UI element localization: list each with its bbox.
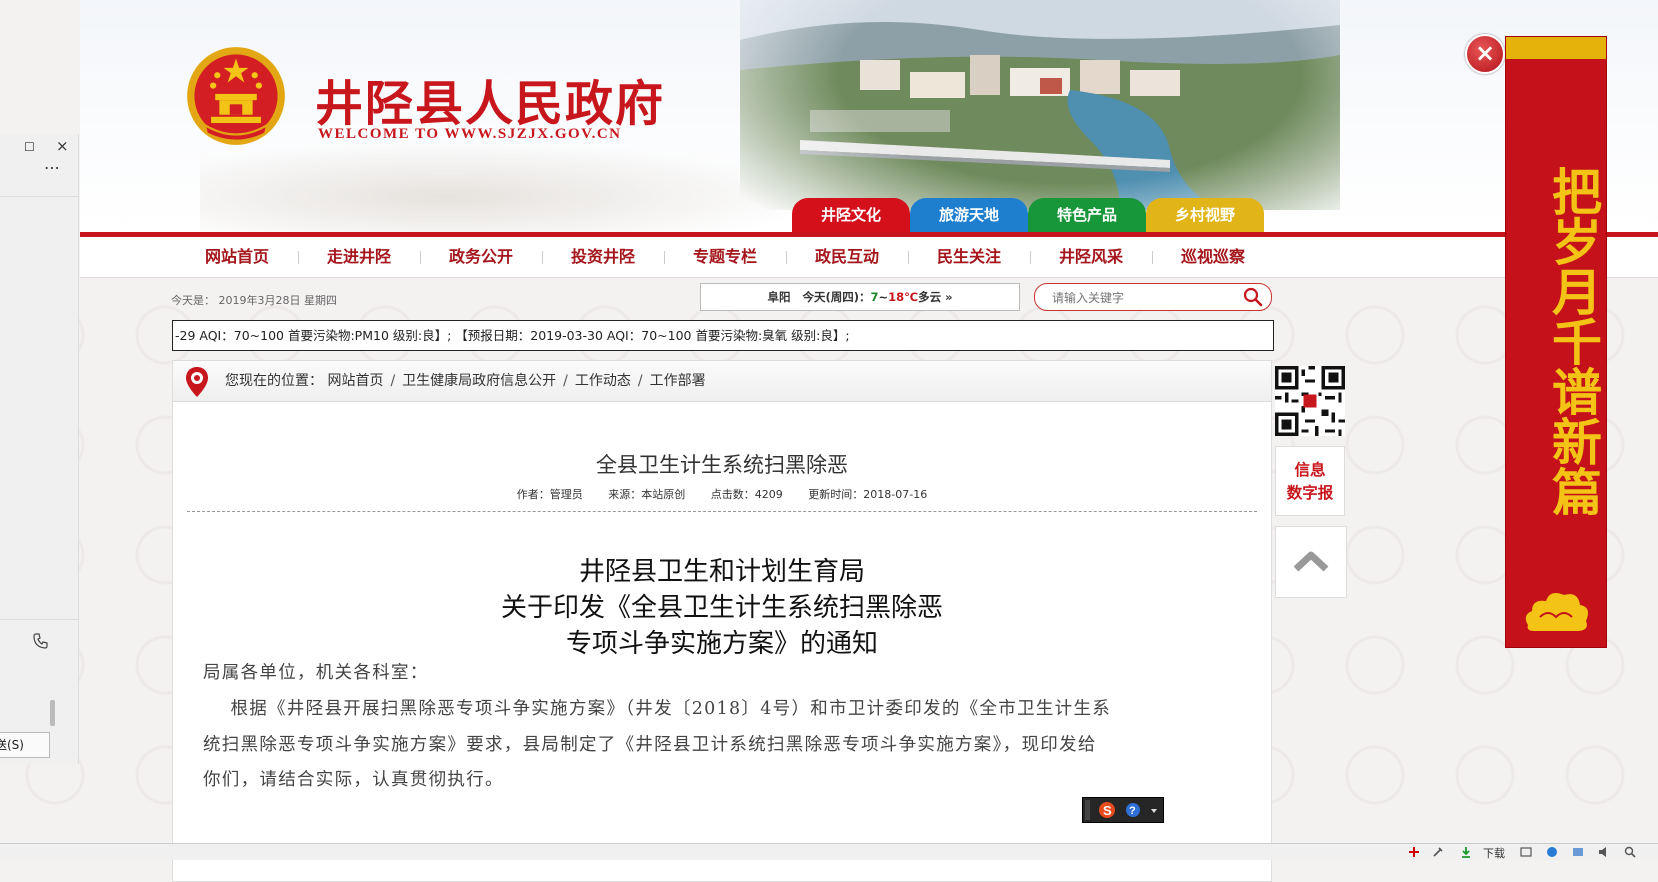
main-nav: 网站首页 走进井陉 政务公开 投资井陉 专题专栏 政民互动 民生关注 井陉风采 巡视巡察 bbox=[80, 237, 1658, 278]
weather-high: 18℃ bbox=[888, 290, 919, 304]
close-icon[interactable]: × bbox=[1465, 34, 1505, 74]
add-icon[interactable] bbox=[1408, 846, 1420, 858]
body-line: 根据《井陉县开展扫黑除恶专项斗争实施方案》（井发〔2018〕4号）和市卫计委印发… bbox=[203, 699, 1112, 719]
weather-condition: 多云 bbox=[918, 290, 942, 304]
tool-icon[interactable] bbox=[1432, 846, 1444, 858]
body-line: 你们，请结合实际，认真贯彻执行。 bbox=[203, 770, 504, 790]
article-meta: 作者：管理员 来源：本站原创 点击数：4209 更新时间：2018-07-16 bbox=[173, 486, 1271, 502]
site-header: 井陉县人民政府 WELCOME TO WWW.SJZJX.GOV.CN 井陉文化… bbox=[80, 0, 1658, 232]
maximize-icon[interactable]: ☐ bbox=[24, 140, 35, 154]
svg-text:?: ? bbox=[1129, 805, 1136, 817]
weather-sep: ~ bbox=[878, 290, 889, 304]
article-author: 作者：管理员 bbox=[516, 488, 583, 501]
weather-widget[interactable]: 阜阳 今天(周四)：7~18℃多云 » bbox=[700, 283, 1020, 311]
screenshot-icon[interactable] bbox=[1520, 846, 1532, 858]
article-source: 来源：本站原创 bbox=[608, 488, 686, 501]
couplet-banner[interactable]: 把岁月千谱新篇 bbox=[1505, 36, 1607, 648]
svg-text:S: S bbox=[1103, 803, 1112, 818]
body-line: 统扫黑除恶专项斗争实施方案》要求，县局制定了《井陉县卫计系统扫黑除恶专项斗争实施… bbox=[203, 735, 1097, 755]
breadcrumb-prefix: 您现在的位置： bbox=[225, 373, 323, 389]
search-box bbox=[1034, 283, 1272, 311]
download-icon[interactable] bbox=[1460, 846, 1472, 858]
body-line: 局属各单位，机关各科室： bbox=[203, 663, 429, 683]
header-city-photo bbox=[740, 0, 1340, 210]
article-updated: 更新时间：2018-07-16 bbox=[808, 488, 928, 501]
close-icon[interactable]: × bbox=[56, 137, 69, 155]
breadcrumb: 您现在的位置： 网站首页 / 卫生健康局政府信息公开 / 工作动态 / 工作部署 bbox=[225, 361, 706, 401]
air-quality-ticker: -29 AQI：70~100 首要污染物:PM10 级别:良】; 【预报日期：2… bbox=[172, 320, 1274, 351]
back-to-top-button[interactable] bbox=[1275, 526, 1347, 598]
weather-day: 今天(周四)： bbox=[802, 290, 871, 304]
cloud-ornament-icon bbox=[1525, 593, 1588, 631]
scrollbar-thumb[interactable] bbox=[50, 700, 55, 726]
panel-divider bbox=[0, 196, 78, 197]
site-title: 井陉县人民政府 bbox=[315, 76, 666, 132]
couplet-top-ornament bbox=[1506, 37, 1606, 59]
panel-divider bbox=[0, 619, 78, 620]
article-hits: 点击数：4209 bbox=[710, 488, 783, 501]
send-button[interactable]: 发送(S) bbox=[0, 732, 50, 758]
send-button-label: 发送(S) bbox=[0, 738, 24, 752]
header-mist-decor bbox=[200, 140, 820, 232]
article-title: 全县卫生计生系统扫黑除恶 bbox=[596, 453, 848, 477]
doc-heading-line: 关于印发《全县卫生计生系统扫黑除恶 bbox=[500, 593, 943, 623]
search-icon[interactable] bbox=[1243, 287, 1263, 307]
category-tab[interactable]: 特色产品 bbox=[1028, 198, 1146, 232]
nav-item[interactable]: 网站首页 bbox=[176, 237, 298, 277]
date-label: 今天是： bbox=[171, 294, 215, 307]
nav-item[interactable]: 专题专栏 bbox=[664, 237, 786, 277]
qr-code bbox=[1275, 366, 1345, 436]
nav-item[interactable]: 政民互动 bbox=[786, 237, 908, 277]
browser-status-bar: 下载 bbox=[0, 843, 1658, 860]
breadcrumb-separator: / bbox=[390, 373, 396, 389]
sound-icon[interactable] bbox=[1598, 846, 1610, 858]
window-icon[interactable] bbox=[1572, 846, 1584, 858]
zoom-icon[interactable] bbox=[1624, 846, 1636, 858]
category-tab[interactable]: 旅游天地 bbox=[910, 198, 1028, 232]
more-options-icon[interactable]: ⋯ bbox=[44, 158, 61, 177]
weather-city: 阜阳 bbox=[767, 290, 791, 304]
date-display: 今天是： 2019年3月28日 星期四 bbox=[171, 292, 337, 308]
doc-heading-line: 井陉县卫生和计划生育局 bbox=[578, 557, 865, 587]
national-emblem-icon bbox=[187, 47, 285, 145]
info-digital-newspaper-link[interactable]: 信息 数字报 bbox=[1275, 446, 1345, 516]
phone-icon[interactable] bbox=[32, 632, 50, 650]
breadcrumb-link[interactable]: 工作部署 bbox=[650, 373, 706, 389]
input-method-toolbar[interactable]: S ? bbox=[1082, 797, 1164, 823]
title-divider bbox=[187, 511, 1257, 512]
category-tab[interactable]: 井陉文化 bbox=[792, 198, 910, 232]
site-subtitle: WELCOME TO WWW.SJZJX.GOV.CN bbox=[318, 126, 622, 142]
nav-item[interactable]: 民生关注 bbox=[908, 237, 1030, 277]
main-nav-list: 网站首页 走进井陉 政务公开 投资井陉 专题专栏 政民互动 民生关注 井陉风采 巡视巡察 bbox=[176, 237, 1274, 277]
couplet-text: 把岁月千谱新篇 bbox=[1544, 166, 1603, 516]
breadcrumb-link[interactable]: 卫生健康局政府信息公开 bbox=[402, 373, 556, 389]
breadcrumb-bar: 您现在的位置： 网站首页 / 卫生健康局政府信息公开 / 工作动态 / 工作部署 bbox=[173, 361, 1271, 402]
location-pin-icon bbox=[186, 367, 208, 397]
category-tab[interactable]: 乡村视野 bbox=[1146, 198, 1264, 232]
info-label-line1: 信息 bbox=[1294, 461, 1326, 479]
breadcrumb-link[interactable]: 网站首页 bbox=[327, 373, 383, 389]
breadcrumb-separator: / bbox=[563, 373, 568, 389]
doc-heading-line: 专项斗争实施方案》的通知 bbox=[565, 629, 878, 659]
nav-item[interactable]: 井陉风采 bbox=[1030, 237, 1152, 277]
date-value: 2019年3月28日 星期四 bbox=[218, 294, 338, 307]
weather-low: 7 bbox=[870, 290, 879, 304]
arrow-up-icon bbox=[1293, 551, 1329, 572]
weather-more-icon: » bbox=[945, 290, 953, 304]
nav-item[interactable]: 巡视巡察 bbox=[1152, 237, 1274, 277]
breadcrumb-separator: / bbox=[637, 373, 643, 389]
search-input[interactable] bbox=[1050, 288, 1244, 308]
breadcrumb-link[interactable]: 工作动态 bbox=[575, 373, 631, 389]
left-chat-panel: ☐ × ⋯ 发送(S) bbox=[0, 134, 79, 764]
nav-item[interactable]: 走进井陉 bbox=[298, 237, 420, 277]
nav-item[interactable]: 投资井陉 bbox=[542, 237, 664, 277]
browser-icon[interactable] bbox=[1546, 846, 1558, 858]
nav-item[interactable]: 政务公开 bbox=[420, 237, 542, 277]
info-label-line2: 数字报 bbox=[1286, 484, 1334, 502]
